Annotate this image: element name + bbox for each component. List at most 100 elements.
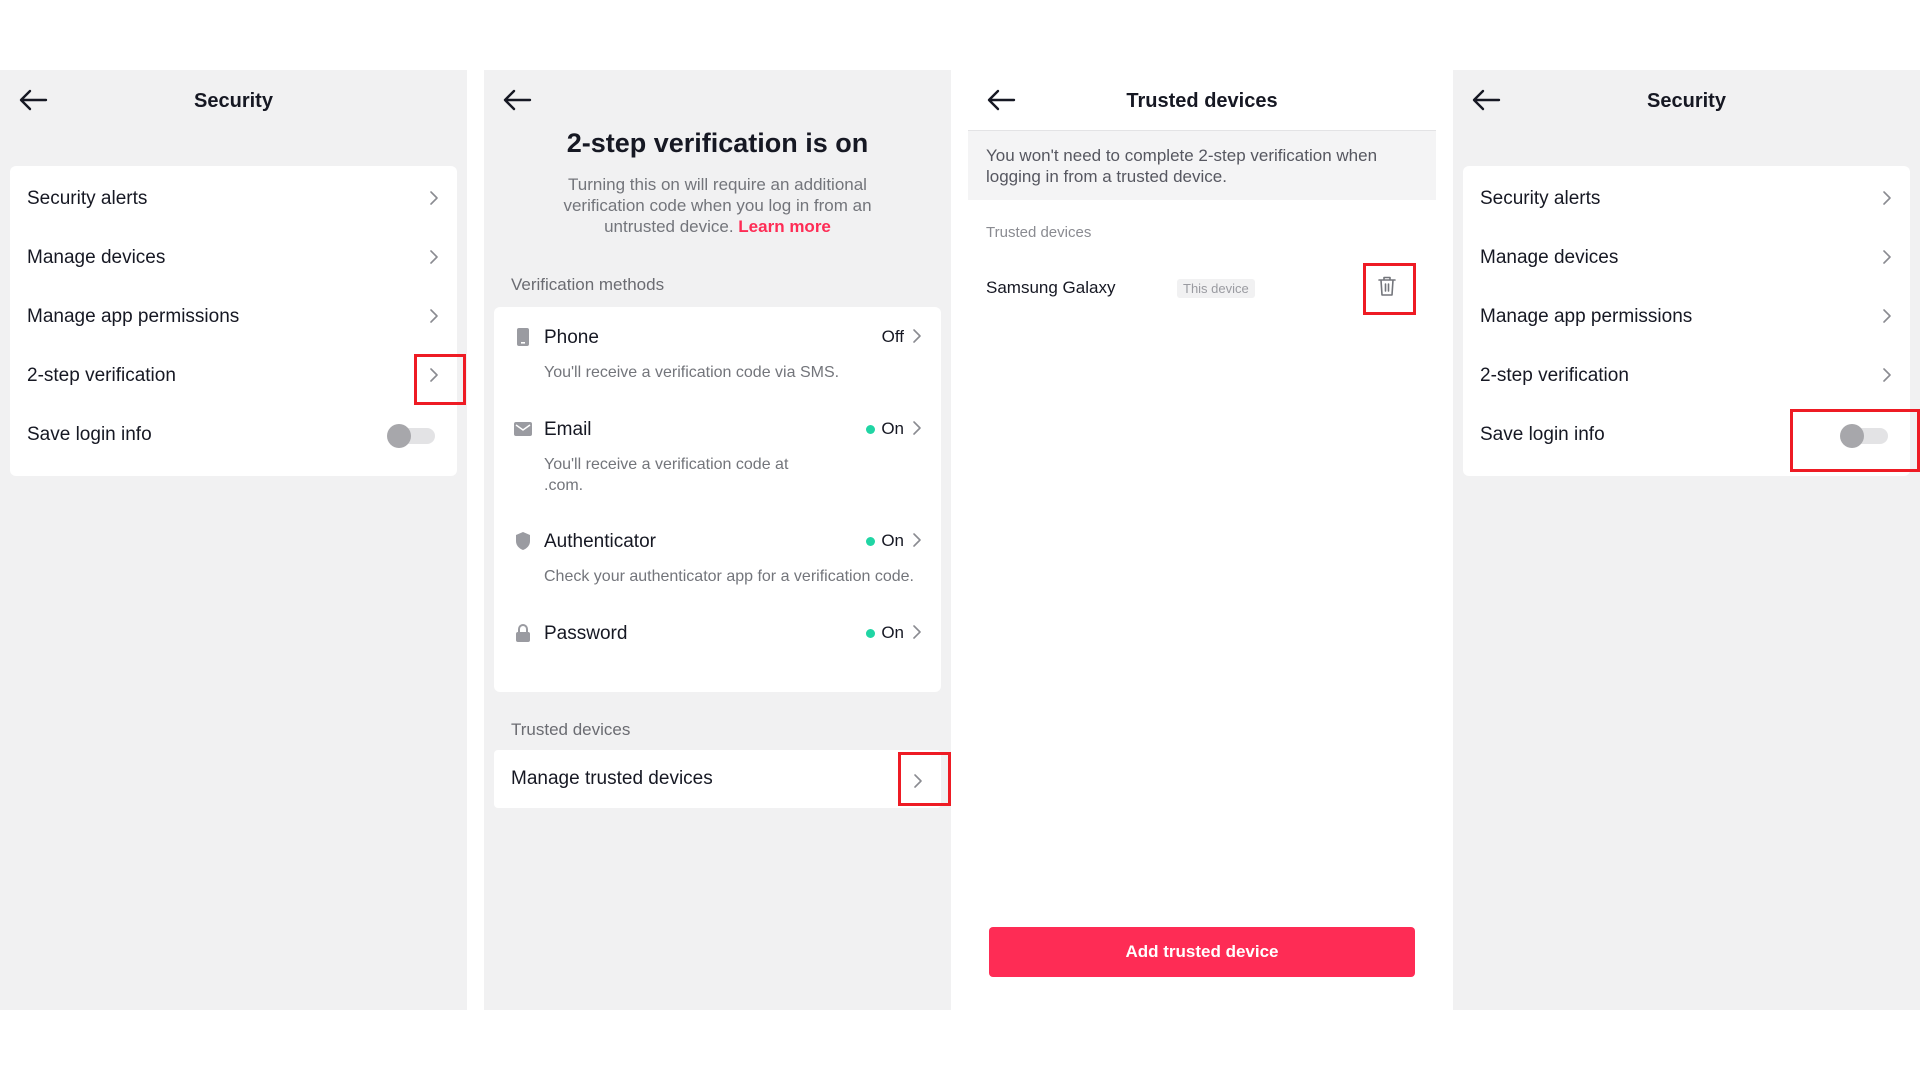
row-label: Security alerts — [27, 188, 148, 209]
method-name: Authenticator — [544, 531, 656, 552]
info-text: You won't need to complete 2-step verifi… — [986, 146, 1378, 186]
status-dot — [866, 424, 876, 434]
trusted-devices-screen: Trusted devices You won't need to comple… — [968, 70, 1436, 1010]
page-title: Security — [1647, 90, 1726, 112]
security-menu: Security alerts Manage devices Manage ap… — [10, 166, 457, 476]
phone-icon — [517, 328, 529, 346]
two-step-verification-screen: 2-step verification is on Turning this o… — [484, 70, 951, 1010]
method-status: Off — [882, 327, 904, 347]
back-arrow-icon — [503, 89, 532, 111]
this-device-badge: This device — [1177, 279, 1255, 298]
method-password[interactable]: Password On — [494, 623, 941, 663]
method-description: You'll receive a verification code via S… — [544, 364, 840, 381]
row-label: Manage app permissions — [1480, 306, 1693, 327]
row-label: Save login info — [1480, 424, 1605, 445]
chevron-right-icon — [1883, 309, 1891, 323]
row-label: Save login info — [27, 424, 152, 445]
section-label: Verification methods — [511, 275, 665, 294]
chevron-right-icon — [1883, 250, 1891, 264]
chevron-right-icon — [913, 329, 921, 343]
chevron-right-icon — [430, 309, 438, 323]
row-label: Manage app permissions — [27, 306, 240, 327]
row-label: 2-step verification — [27, 365, 176, 386]
row-label: Manage devices — [1480, 247, 1619, 268]
back-button[interactable] — [18, 88, 48, 112]
two-step-verification-row[interactable]: 2-step verification — [1463, 350, 1910, 400]
chevron-right-icon — [913, 625, 921, 639]
info-banner: You won't need to complete 2-step verifi… — [968, 130, 1436, 200]
back-button[interactable] — [1471, 88, 1501, 112]
status-text: Off — [881, 327, 904, 346]
section-label: Trusted devices — [986, 224, 1092, 241]
method-name: Email — [544, 419, 592, 440]
method-description: Check your authenticator app for a verif… — [544, 568, 914, 585]
back-arrow-icon — [19, 89, 48, 111]
save-login-toggle[interactable] — [387, 423, 435, 448]
trash-icon — [1378, 276, 1396, 296]
verification-methods: Phone Off You'll receive a verification … — [494, 307, 941, 692]
header: Security — [1453, 70, 1920, 130]
manage-devices-row[interactable]: Manage devices — [10, 232, 457, 282]
status-text: On — [881, 531, 904, 550]
device-name: Samsung Galaxy — [986, 278, 1116, 297]
method-name: Phone — [544, 327, 599, 348]
method-status: On — [866, 623, 904, 643]
security-alerts-row[interactable]: Security alerts — [10, 173, 457, 223]
header: Trusted devices — [968, 70, 1436, 130]
row-label: Security alerts — [1480, 188, 1601, 209]
method-phone[interactable]: Phone Off You'll receive a verification … — [494, 327, 941, 397]
learn-more-link[interactable]: Learn more — [738, 217, 831, 236]
row-label: Manage trusted devices — [511, 768, 713, 789]
save-login-info-row: Save login info — [10, 409, 457, 459]
method-email[interactable]: Email On You'll receive a verification c… — [494, 419, 941, 509]
header: Security — [0, 70, 467, 130]
chevron-right-icon — [913, 533, 921, 547]
back-arrow-icon — [1472, 89, 1501, 111]
status-dot — [866, 536, 876, 546]
chevron-right-icon — [430, 191, 438, 205]
chevron-right-icon[interactable] — [427, 366, 441, 384]
method-name: Password — [544, 623, 628, 644]
page-title: 2-step verification is on — [566, 128, 869, 158]
add-trusted-device-button[interactable]: Add trusted device — [989, 927, 1415, 977]
toggle-knob — [387, 424, 411, 448]
chevron-right-icon — [430, 250, 438, 264]
chevron-right-icon — [913, 421, 921, 435]
manage-app-permissions-row[interactable]: Manage app permissions — [1463, 291, 1910, 341]
two-step-verification-row[interactable]: 2-step verification — [10, 350, 457, 400]
chevron-right-icon — [1883, 191, 1891, 205]
chevron-right-icon[interactable] — [911, 772, 925, 790]
back-button[interactable] — [986, 88, 1016, 112]
method-status: On — [866, 419, 904, 439]
security-alerts-row[interactable]: Security alerts — [1463, 173, 1910, 223]
method-status: On — [866, 531, 904, 551]
security-screen: Security Security alerts Manage devices … — [0, 70, 467, 1010]
status-text: On — [881, 623, 904, 642]
shield-icon — [516, 532, 530, 550]
security-menu: Security alerts Manage devices Manage ap… — [1463, 166, 1910, 476]
description: Turning this on will require an addition… — [539, 174, 896, 237]
page-title: Trusted devices — [1126, 90, 1278, 112]
toggle-knob — [1840, 424, 1864, 448]
back-button[interactable] — [502, 88, 532, 112]
manage-trusted-devices-row[interactable]: Manage trusted devices — [494, 750, 941, 808]
mail-icon — [514, 422, 532, 436]
row-label: 2-step verification — [1480, 365, 1629, 386]
lock-icon — [516, 624, 530, 642]
status-dot — [866, 628, 876, 638]
header — [484, 70, 951, 130]
page-title: Security — [194, 90, 273, 112]
row-label: Manage devices — [27, 247, 166, 268]
status-text: On — [881, 419, 904, 438]
method-description: You'll receive a verification code at .c… — [544, 456, 789, 494]
security-screen: Security Security alerts Manage devices … — [1453, 70, 1920, 1010]
section-label: Trusted devices — [511, 720, 631, 739]
manage-devices-row[interactable]: Manage devices — [1463, 232, 1910, 282]
chevron-right-icon — [1883, 368, 1891, 382]
method-authenticator[interactable]: Authenticator On Check your authenticato… — [494, 531, 941, 601]
back-arrow-icon — [987, 89, 1016, 111]
manage-app-permissions-row[interactable]: Manage app permissions — [10, 291, 457, 341]
save-login-info-row: Save login info — [1463, 409, 1910, 459]
save-login-toggle[interactable] — [1840, 423, 1888, 448]
remove-device-button[interactable] — [1378, 275, 1396, 297]
